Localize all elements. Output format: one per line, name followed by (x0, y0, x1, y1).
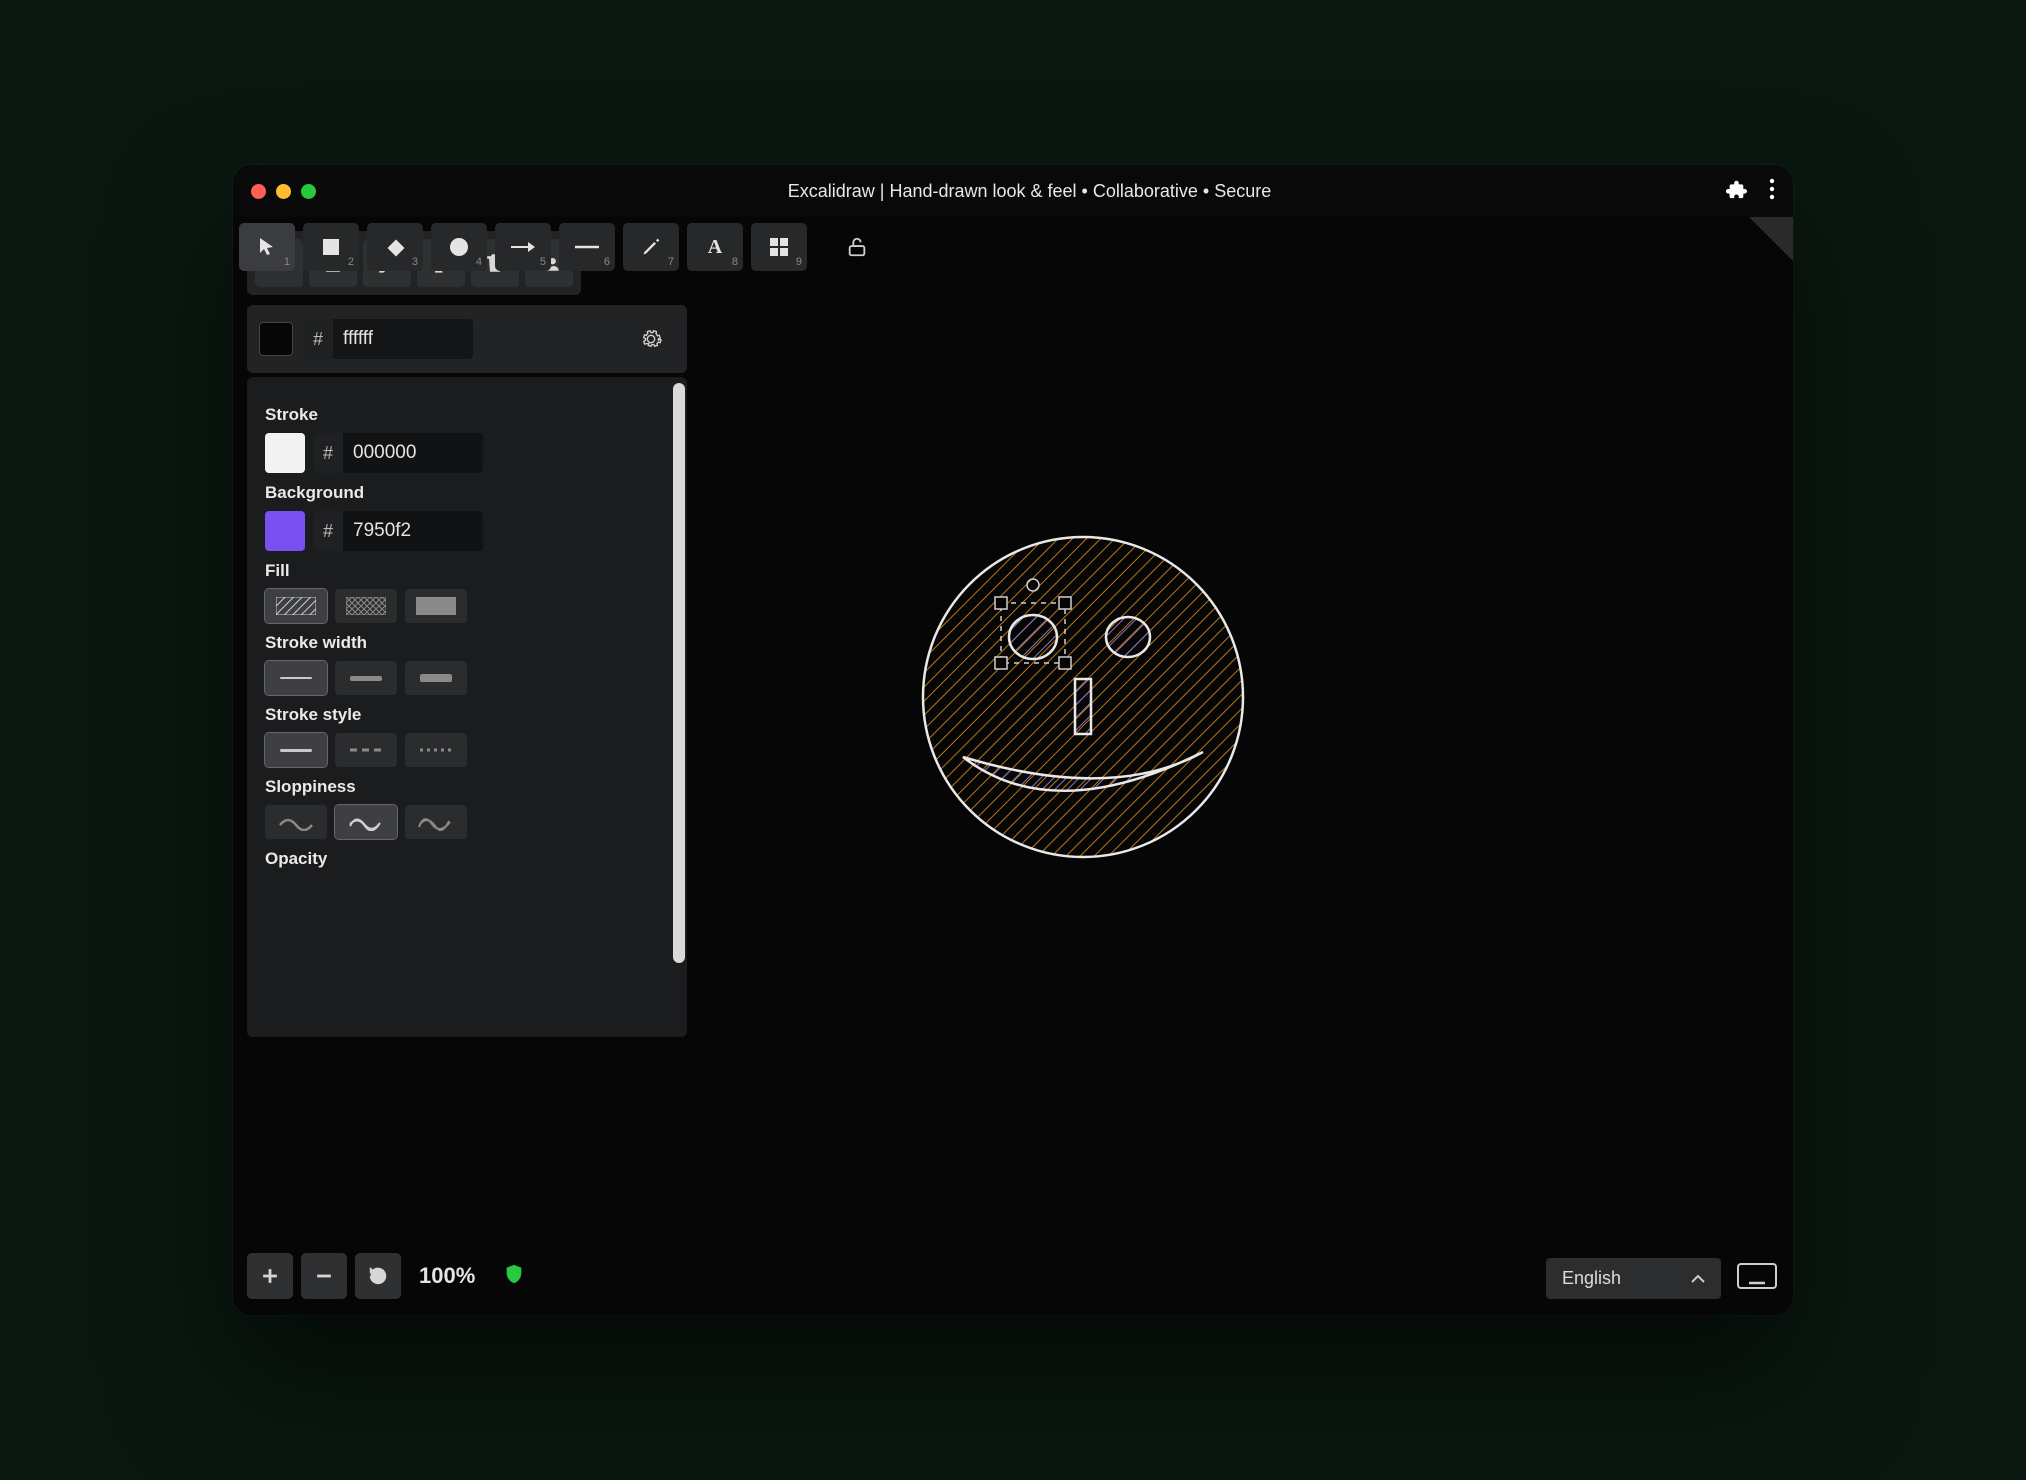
stroke-style-dashed[interactable] (335, 733, 397, 767)
zoom-out-button[interactable] (301, 1253, 347, 1299)
tool-pencil[interactable]: 7 (623, 223, 679, 271)
fill-solid[interactable] (405, 589, 467, 623)
close-window-button[interactable] (251, 184, 266, 199)
background-label: Background (265, 483, 669, 503)
footer-right: English (1546, 1258, 1777, 1299)
titlebar: Excalidraw | Hand-drawn look & feel • Co… (233, 165, 1793, 217)
zoom-controls: 100% (247, 1253, 525, 1299)
properties-sidebar: Stroke # Background # Fill (247, 377, 687, 1037)
hash-label: # (313, 433, 343, 473)
sloppiness-low[interactable] (265, 805, 327, 839)
encryption-shield-icon[interactable] (503, 1263, 525, 1290)
app-body: # 1 2 3 4 (233, 217, 1793, 1315)
reset-zoom-button[interactable] (355, 1253, 401, 1299)
language-select[interactable]: English (1546, 1258, 1721, 1299)
stroke-style-dotted[interactable] (405, 733, 467, 767)
stroke-width-thick[interactable] (405, 661, 467, 695)
stroke-color-input[interactable] (343, 442, 483, 464)
stroke-label: Stroke (265, 405, 669, 425)
tool-diamond[interactable]: 3 (367, 223, 423, 271)
extension-icon[interactable] (1725, 178, 1747, 205)
sloppiness-high[interactable] (405, 805, 467, 839)
tool-arrow[interactable]: 5 (495, 223, 551, 271)
language-label: English (1562, 1268, 1621, 1289)
zoom-in-button[interactable] (247, 1253, 293, 1299)
window-title: Excalidraw | Hand-drawn look & feel • Co… (334, 181, 1725, 202)
fill-cross[interactable] (335, 589, 397, 623)
keyboard-icon[interactable] (1737, 1261, 1777, 1296)
tool-rectangle[interactable]: 2 (303, 223, 359, 271)
fill-label: Fill (265, 561, 669, 581)
canvas-background-panel: # (247, 305, 687, 373)
opacity-label: Opacity (265, 849, 669, 869)
stroke-width-med[interactable] (335, 661, 397, 695)
stroke-style-label: Stroke style (265, 705, 669, 725)
canvas-color-swatch[interactable] (259, 322, 293, 356)
stroke-style-solid[interactable] (265, 733, 327, 767)
hash-label: # (313, 511, 343, 551)
sloppiness-med[interactable] (335, 805, 397, 839)
tool-library[interactable]: 9 (751, 223, 807, 271)
minimize-window-button[interactable] (276, 184, 291, 199)
stroke-swatch[interactable] (265, 433, 305, 473)
tool-line[interactable]: 6 (559, 223, 615, 271)
stroke-width-label: Stroke width (265, 633, 669, 653)
background-color-input[interactable] (343, 520, 483, 542)
settings-button[interactable] (627, 315, 675, 363)
zoom-level[interactable]: 100% (409, 1263, 485, 1289)
sloppiness-label: Sloppiness (265, 777, 669, 797)
tool-ellipse[interactable]: 4 (431, 223, 487, 271)
tool-text[interactable]: A 8 (687, 223, 743, 271)
traffic-lights (251, 184, 316, 199)
hash-label: # (303, 319, 333, 359)
app-window: Excalidraw | Hand-drawn look & feel • Co… (233, 165, 1793, 1315)
fill-hachure[interactable] (265, 589, 327, 623)
chevron-up-icon (1691, 1274, 1705, 1284)
tool-select[interactable]: 1 (239, 223, 295, 271)
maximize-window-button[interactable] (301, 184, 316, 199)
canvas-color-input[interactable] (333, 320, 473, 358)
sidebar-scrollbar[interactable] (673, 383, 685, 963)
kebab-menu-icon[interactable] (1769, 178, 1775, 205)
background-swatch[interactable] (265, 511, 305, 551)
stroke-width-thin[interactable] (265, 661, 327, 695)
